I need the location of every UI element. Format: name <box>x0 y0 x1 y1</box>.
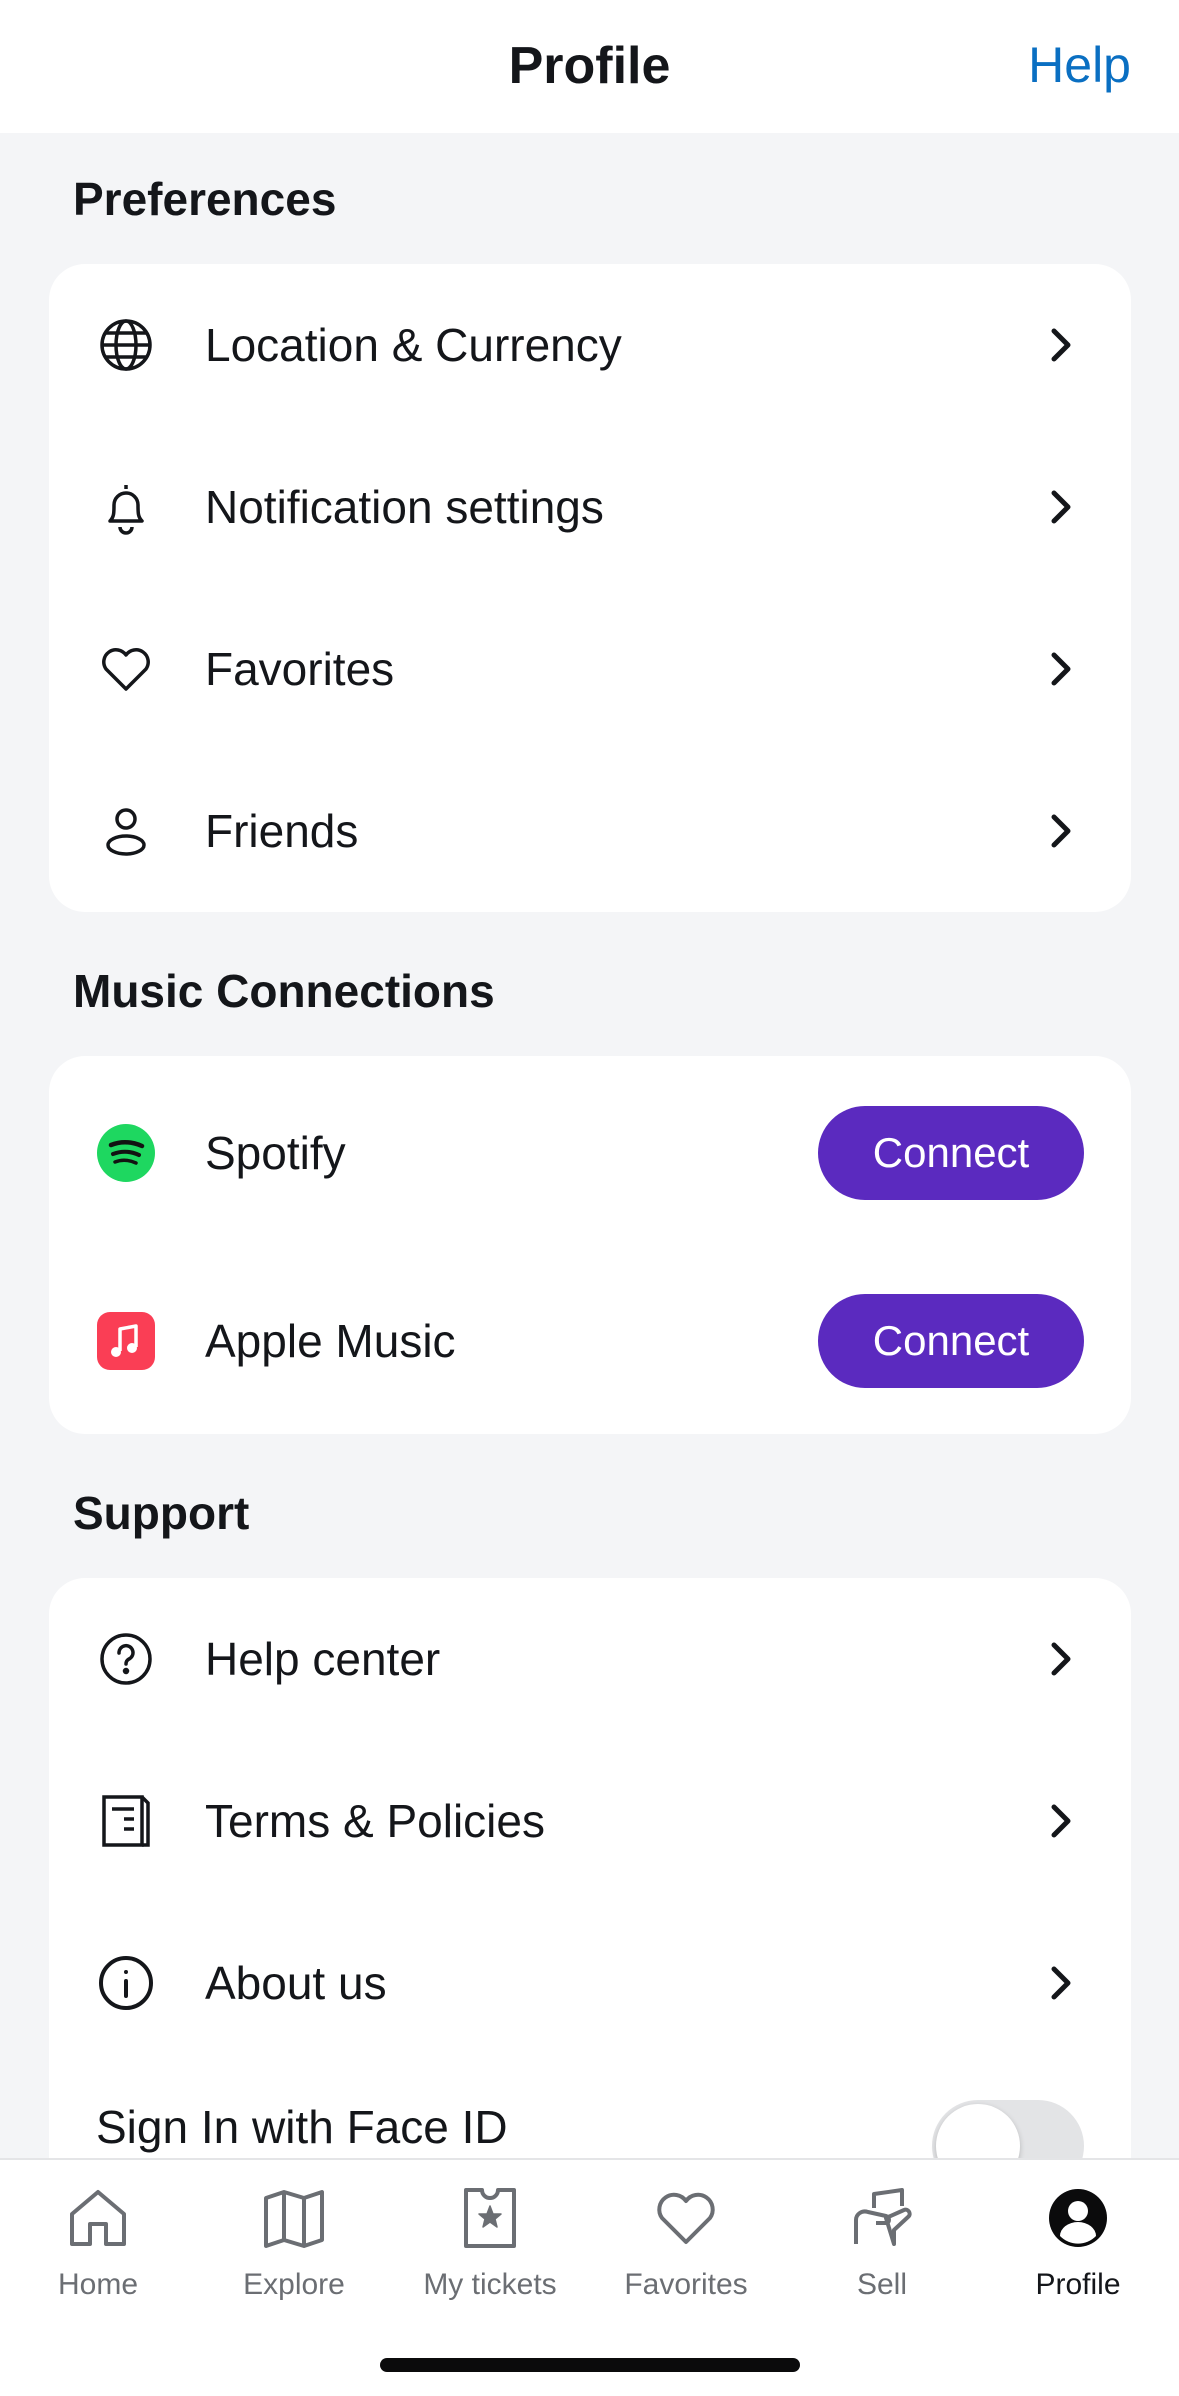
tab-bar: Home Explore My tickets Favorites Sell P… <box>0 2158 1179 2396</box>
tab-my-tickets[interactable]: My tickets <box>392 2182 588 2332</box>
terms-policies-row[interactable]: Terms & Policies <box>49 1740 1131 1902</box>
chevron-right-icon <box>1043 327 1079 363</box>
heart-icon <box>650 2182 722 2254</box>
location-currency-row[interactable]: Location & Currency <box>49 264 1131 426</box>
favorites-label: Favorites <box>205 643 395 695</box>
tab-explore[interactable]: Explore <box>196 2182 392 2332</box>
apple-music-label: Apple Music <box>205 1315 456 1367</box>
about-us-row[interactable]: About us <box>49 1902 1131 2064</box>
apple-music-row: Apple Music Connect <box>49 1260 1131 1422</box>
music-connections-card: Spotify Connect Apple Music Connect <box>49 1056 1131 1434</box>
apple-music-icon <box>94 1309 158 1373</box>
support-section-title: Support <box>73 1487 250 1539</box>
chevron-right-icon <box>1043 813 1079 849</box>
favorites-row[interactable]: Favorites <box>49 588 1131 750</box>
help-link[interactable]: Help <box>1028 36 1131 94</box>
bell-icon <box>94 475 158 539</box>
chevron-right-icon <box>1043 1803 1079 1839</box>
globe-icon <box>94 313 158 377</box>
chevron-right-icon <box>1043 1641 1079 1677</box>
map-icon <box>258 2182 330 2254</box>
help-center-row[interactable]: Help center <box>49 1578 1131 1740</box>
page-title: Profile <box>508 37 671 95</box>
person-icon <box>94 799 158 863</box>
spotify-label: Spotify <box>205 1127 346 1179</box>
friends-label: Friends <box>205 805 359 857</box>
tab-profile-label: Profile <box>1035 2268 1121 2301</box>
apple-music-connect-button[interactable]: Connect <box>818 1294 1084 1388</box>
preferences-section-title: Preferences <box>73 173 337 225</box>
spotify-connect-button[interactable]: Connect <box>818 1106 1084 1200</box>
help-center-label: Help center <box>205 1633 441 1685</box>
spotify-icon <box>94 1121 158 1185</box>
chevron-right-icon <box>1043 651 1079 687</box>
chevron-right-icon <box>1043 489 1079 525</box>
face-id-label: Sign In with Face ID <box>96 2101 508 2153</box>
location-currency-label: Location & Currency <box>205 319 622 371</box>
heart-icon <box>94 637 158 701</box>
ticket-icon <box>454 2182 526 2254</box>
about-us-label: About us <box>205 1957 387 2009</box>
profile-icon <box>1042 2182 1114 2254</box>
tab-favorites-label: Favorites <box>624 2268 748 2301</box>
info-circle-icon <box>94 1951 158 2015</box>
question-circle-icon <box>94 1627 158 1691</box>
document-icon <box>94 1789 158 1853</box>
friends-row[interactable]: Friends <box>49 750 1131 912</box>
tab-sell[interactable]: Sell <box>784 2182 980 2332</box>
notification-settings-label: Notification settings <box>205 481 604 533</box>
support-card: Help center Terms & Policies About us Si… <box>49 1578 1131 2198</box>
terms-policies-label: Terms & Policies <box>205 1795 545 1847</box>
home-icon <box>62 2182 134 2254</box>
notification-settings-row[interactable]: Notification settings <box>49 426 1131 588</box>
chevron-right-icon <box>1043 1965 1079 2001</box>
top-bar: Profile Help <box>0 0 1179 133</box>
tab-home[interactable]: Home <box>0 2182 196 2332</box>
home-indicator <box>380 2358 800 2372</box>
preferences-card: Location & Currency Notification setting… <box>49 264 1131 912</box>
tab-sell-label: Sell <box>856 2268 908 2301</box>
spotify-row: Spotify Connect <box>49 1072 1131 1234</box>
tab-explore-label: Explore <box>243 2268 345 2301</box>
tab-profile[interactable]: Profile <box>980 2182 1176 2332</box>
tab-my-tickets-label: My tickets <box>423 2268 557 2301</box>
hand-ticket-icon <box>846 2182 918 2254</box>
tab-home-label: Home <box>57 2268 139 2301</box>
tab-favorites[interactable]: Favorites <box>588 2182 784 2332</box>
music-connections-section-title: Music Connections <box>73 965 495 1017</box>
